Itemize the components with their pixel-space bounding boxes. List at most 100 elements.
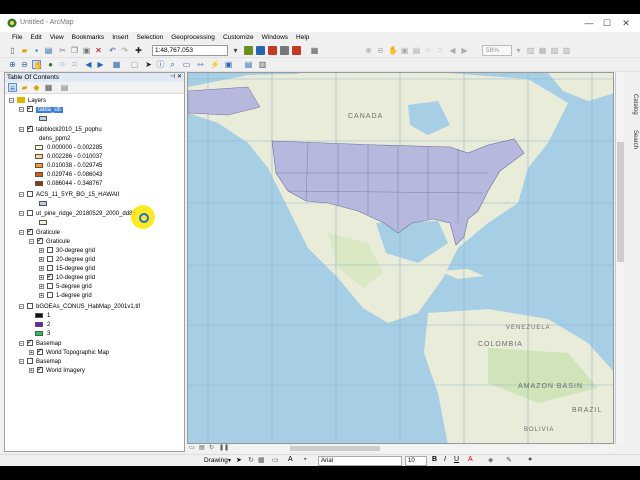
clear-selection-icon[interactable]: ▢ — [130, 60, 139, 69]
layout-back-icon[interactable]: ◀ — [448, 46, 457, 55]
rotate-icon[interactable]: ↻ — [248, 456, 254, 464]
toc-grid-10[interactable]: +10-degree grid — [39, 272, 95, 283]
search-tab[interactable]: Search — [628, 130, 638, 149]
marker-color-icon[interactable]: ● — [528, 456, 532, 463]
map-vertical-scrollbar[interactable] — [615, 72, 625, 444]
layout-forward-icon[interactable]: ▶ — [460, 46, 469, 55]
cut-icon[interactable]: ✂ — [58, 46, 67, 55]
expand-icon[interactable]: + — [39, 275, 44, 281]
search-window-icon[interactable] — [280, 46, 289, 55]
new-icon[interactable]: ▯ — [8, 46, 17, 55]
go-back-icon[interactable]: ◀ — [84, 60, 93, 69]
catalog-tab[interactable]: Catalog — [628, 94, 638, 115]
symbol-swatch[interactable] — [39, 220, 47, 225]
find-route-icon[interactable]: ▭ — [182, 60, 191, 69]
map-scale-input[interactable]: 1:48,767,053 — [152, 45, 228, 56]
arctoolbox-icon[interactable] — [292, 46, 301, 55]
measure-icon[interactable]: ⇿ — [196, 60, 205, 69]
scroll-thumb[interactable] — [617, 142, 624, 262]
symbol-swatch[interactable] — [35, 322, 43, 327]
menu-customize[interactable]: Customize — [219, 32, 258, 44]
editor-toolbar-icon[interactable] — [244, 46, 253, 55]
menu-bookmarks[interactable]: Bookmarks — [68, 32, 109, 44]
select-features-icon[interactable]: ▦ — [112, 60, 121, 69]
identify-icon[interactable]: ⓘ — [156, 60, 165, 69]
drawing-dropdown-icon[interactable]: ▾ — [228, 457, 231, 464]
menu-selection[interactable]: Selection — [132, 32, 167, 44]
layer-checkbox[interactable] — [37, 347, 43, 356]
collapse-icon[interactable]: − — [19, 127, 24, 133]
close-button[interactable]: ✕ — [617, 16, 635, 30]
font-color-icon[interactable]: A — [468, 456, 473, 463]
map-horizontal-scrollbar[interactable] — [235, 445, 614, 452]
select-elements-icon[interactable]: ➤ — [144, 60, 153, 69]
toc-grid-5[interactable]: +5-degree grid — [39, 283, 92, 292]
paste-icon[interactable]: ▣ — [82, 46, 91, 55]
collapse-icon[interactable]: − — [19, 230, 24, 236]
expand-icon[interactable]: + — [29, 350, 34, 356]
layer-checkbox[interactable] — [27, 227, 33, 236]
layout-zoom-out-icon[interactable]: ⊖ — [376, 46, 385, 55]
zoom-100-icon[interactable]: ▤ — [412, 46, 421, 55]
refresh-icon[interactable]: ↻ — [209, 444, 214, 451]
open-icon[interactable]: ▰ — [20, 46, 29, 55]
data-driven-pages-icon[interactable]: ▨ — [562, 46, 571, 55]
layer-checkbox[interactable] — [47, 292, 53, 298]
zoom-in-icon[interactable]: ⊕ — [8, 60, 17, 69]
layer-checkbox[interactable] — [27, 104, 33, 113]
symbol-swatch[interactable] — [35, 313, 43, 318]
close-toc-icon[interactable]: ✕ — [177, 73, 182, 82]
layout-view-icon[interactable]: ▥ — [258, 60, 267, 69]
expand-icon[interactable]: + — [39, 284, 44, 290]
redo-icon[interactable]: ↷ — [120, 46, 129, 55]
menu-file[interactable]: File — [8, 32, 26, 44]
layout-pan-icon[interactable]: ✋ — [388, 46, 398, 55]
expand-icon[interactable]: + — [29, 368, 34, 374]
menu-help[interactable]: Help — [292, 32, 313, 44]
menu-view[interactable]: View — [46, 32, 68, 44]
toc-layer-acs-hawaii[interactable]: − ACS_11_5YR_BG_15_HAWAII — [19, 191, 119, 200]
layer-checkbox[interactable] — [27, 338, 33, 347]
layer-checkbox[interactable] — [47, 247, 53, 253]
list-by-source-icon[interactable]: ▰ — [20, 83, 29, 92]
fixed-zoom-in-icon[interactable]: ⁘ — [58, 60, 67, 69]
new-text-icon[interactable]: A — [288, 456, 293, 463]
symbol-swatch[interactable] — [35, 181, 43, 186]
drawing-menu[interactable]: Drawing — [204, 457, 228, 464]
layout-fixed-in-icon[interactable]: ⁘ — [424, 46, 433, 55]
symbol-swatch[interactable] — [35, 154, 43, 159]
hyperlink-icon[interactable]: ⚡ — [210, 60, 220, 69]
collapse-icon[interactable]: − — [19, 304, 24, 310]
pan-icon[interactable]: ✋ — [32, 60, 43, 70]
collapse-icon[interactable]: − — [19, 211, 24, 217]
toc-graticule-group[interactable]: −Graticule — [29, 236, 70, 247]
expand-icon[interactable]: + — [39, 266, 44, 272]
toc-world-imagery[interactable]: +World Imagery — [29, 365, 85, 376]
scale-dropdown-icon[interactable]: ▾ — [231, 46, 240, 55]
collapse-icon[interactable]: − — [19, 192, 24, 198]
maximize-button[interactable]: ☐ — [598, 16, 616, 30]
italic-icon[interactable]: I — [444, 456, 446, 463]
toc-grid-20[interactable]: +20-degree grid — [39, 256, 95, 265]
full-extent-icon[interactable]: ● — [46, 60, 55, 69]
zoom-to-selected-icon[interactable]: ▦ — [258, 456, 265, 464]
map-display[interactable]: CANADA COLOMBIA VENEZUELA AMAZON BASIN B… — [187, 72, 614, 444]
line-color-icon[interactable]: ✎ — [506, 456, 512, 464]
collapse-icon[interactable]: − — [19, 341, 24, 347]
layer-checkbox[interactable] — [27, 358, 33, 364]
draw-point-icon[interactable]: ▪ — [304, 456, 306, 463]
list-by-visibility-icon[interactable]: ◆ — [32, 83, 41, 92]
expand-icon[interactable]: + — [39, 248, 44, 254]
add-data-icon[interactable]: ✚ — [134, 46, 143, 55]
toc-grid-1[interactable]: +1-degree grid — [39, 292, 92, 301]
layer-checkbox[interactable] — [47, 272, 53, 281]
collapse-icon[interactable]: − — [9, 98, 14, 104]
menu-edit[interactable]: Edit — [26, 32, 45, 44]
layer-checkbox[interactable] — [47, 256, 53, 262]
fixed-zoom-out-icon[interactable]: ⁙ — [70, 60, 79, 69]
scroll-thumb[interactable] — [290, 446, 380, 451]
zoom-out-icon[interactable]: ⊖ — [20, 60, 29, 69]
layout-view-tab-icon[interactable]: ▤ — [199, 444, 205, 451]
layer-checkbox[interactable] — [27, 124, 33, 133]
symbol-swatch[interactable] — [39, 201, 47, 206]
